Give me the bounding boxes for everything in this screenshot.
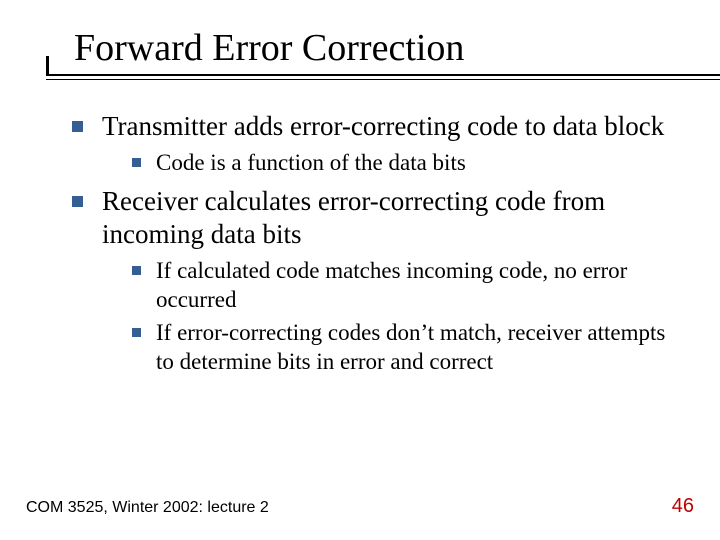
bullet-sublist: If calculated code matches incoming code…	[102, 257, 674, 376]
bullet-text: Receiver calculates error-correcting cod…	[102, 186, 605, 249]
bullet-text: If error-correcting codes don’t match, r…	[156, 320, 665, 374]
page-number: 46	[672, 495, 694, 518]
list-item: If error-correcting codes don’t match, r…	[132, 319, 674, 377]
rule-thin	[46, 79, 720, 80]
list-item: If calculated code matches incoming code…	[132, 257, 674, 315]
slide: Forward Error Correction Transmitter add…	[0, 0, 720, 540]
bullet-text: Transmitter adds error-correcting code t…	[102, 111, 664, 141]
slide-body: Transmitter adds error-correcting code t…	[46, 110, 674, 377]
bullet-list: Transmitter adds error-correcting code t…	[46, 110, 674, 377]
slide-title: Forward Error Correction	[74, 28, 674, 76]
list-item: Receiver calculates error-correcting cod…	[72, 185, 674, 376]
bullet-text: Code is a function of the data bits	[156, 150, 466, 175]
footer-left: COM 3525, Winter 2002: lecture 2	[26, 499, 269, 517]
title-underline	[46, 74, 720, 80]
title-block: Forward Error Correction	[46, 28, 674, 76]
rule-thick	[46, 74, 720, 76]
slide-footer: COM 3525, Winter 2002: lecture 2 46	[26, 495, 694, 518]
bullet-sublist: Code is a function of the data bits	[102, 149, 674, 178]
bullet-text: If calculated code matches incoming code…	[156, 258, 627, 312]
list-item: Code is a function of the data bits	[132, 149, 674, 178]
title-tick	[46, 56, 49, 74]
list-item: Transmitter adds error-correcting code t…	[72, 110, 674, 178]
